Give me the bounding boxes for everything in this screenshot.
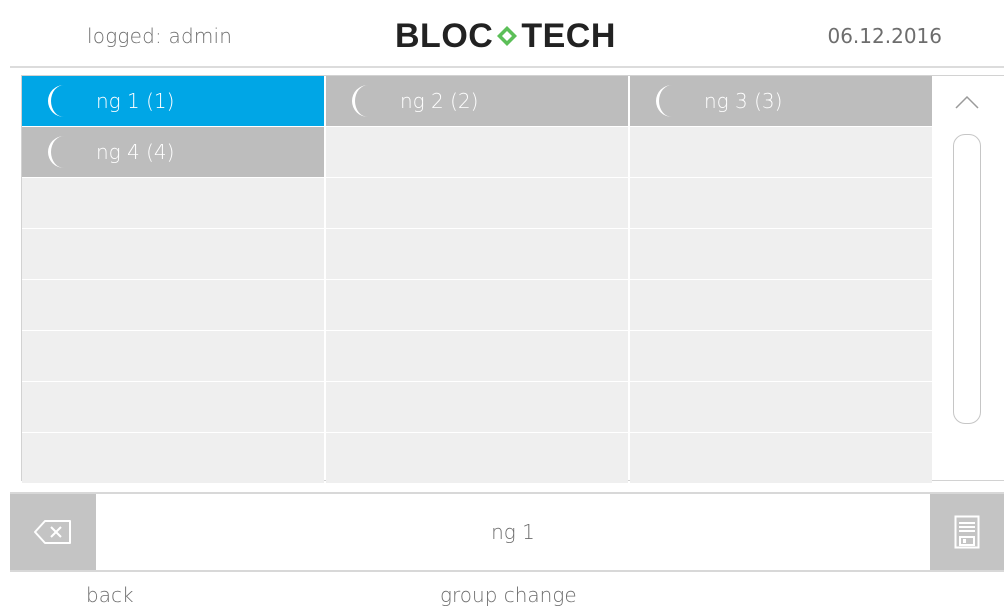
save-icon: [954, 515, 980, 549]
empty-slot: [22, 178, 324, 228]
empty-slot: [22, 433, 324, 483]
scrollbar: [932, 76, 1004, 480]
group-tile-label: ng 1 (1): [96, 89, 175, 113]
logged-user-label: logged: admin: [87, 24, 233, 48]
logo-text-right: TECH: [521, 16, 616, 55]
empty-slot: [326, 433, 628, 483]
empty-slot: [630, 433, 932, 483]
moon-icon: [48, 85, 64, 117]
chevron-up-icon[interactable]: [952, 88, 982, 118]
empty-slot: [326, 280, 628, 330]
group-list-panel: ng 1 (1) ng 2 (2) ng 3 (3) ng 4 (4): [21, 75, 1004, 483]
save-button[interactable]: [930, 494, 1004, 570]
blocotech-logo: BLOC TECH: [395, 16, 616, 55]
empty-slot: [22, 229, 324, 279]
moon-icon: [352, 85, 368, 117]
backspace-icon: [34, 520, 71, 544]
moon-icon: [656, 85, 672, 117]
screen-title: group change: [440, 583, 577, 607]
empty-slot: [630, 382, 932, 432]
empty-slot: [326, 331, 628, 381]
current-date: 06.12.2016: [827, 24, 942, 48]
header-bar: logged: admin BLOC TECH 06.12.2016: [10, 12, 1004, 68]
empty-slot: [326, 229, 628, 279]
group-tile-4[interactable]: ng 4 (4): [22, 127, 324, 177]
group-name-field[interactable]: [96, 494, 930, 570]
group-tile-3[interactable]: ng 3 (3): [630, 76, 932, 126]
empty-slot: [630, 331, 932, 381]
empty-slot: [326, 382, 628, 432]
empty-slot: [22, 382, 324, 432]
group-tile-1[interactable]: ng 1 (1): [22, 76, 324, 126]
empty-slot: [630, 127, 932, 177]
logo-text-left: BLOC: [395, 16, 494, 55]
scroll-thumb[interactable]: [953, 134, 981, 424]
empty-slot: [630, 178, 932, 228]
empty-slot: [326, 127, 628, 177]
clear-button[interactable]: [10, 494, 96, 570]
empty-slot: [630, 280, 932, 330]
name-input-bar: [10, 492, 1004, 572]
group-grid: ng 1 (1) ng 2 (2) ng 3 (3) ng 4 (4): [22, 76, 932, 483]
empty-slot: [326, 178, 628, 228]
back-button[interactable]: back: [86, 583, 134, 607]
moon-icon: [48, 136, 64, 168]
empty-slot: [22, 280, 324, 330]
empty-slot: [22, 331, 324, 381]
group-tile-label: ng 3 (3): [704, 89, 783, 113]
screen: logged: admin BLOC TECH 06.12.2016 ng 1 …: [0, 0, 1004, 614]
group-tile-label: ng 4 (4): [96, 140, 175, 164]
group-tile-2[interactable]: ng 2 (2): [326, 76, 628, 126]
group-tile-label: ng 2 (2): [400, 89, 479, 113]
empty-slot: [630, 229, 932, 279]
logo-diamond-icon: [497, 26, 518, 46]
